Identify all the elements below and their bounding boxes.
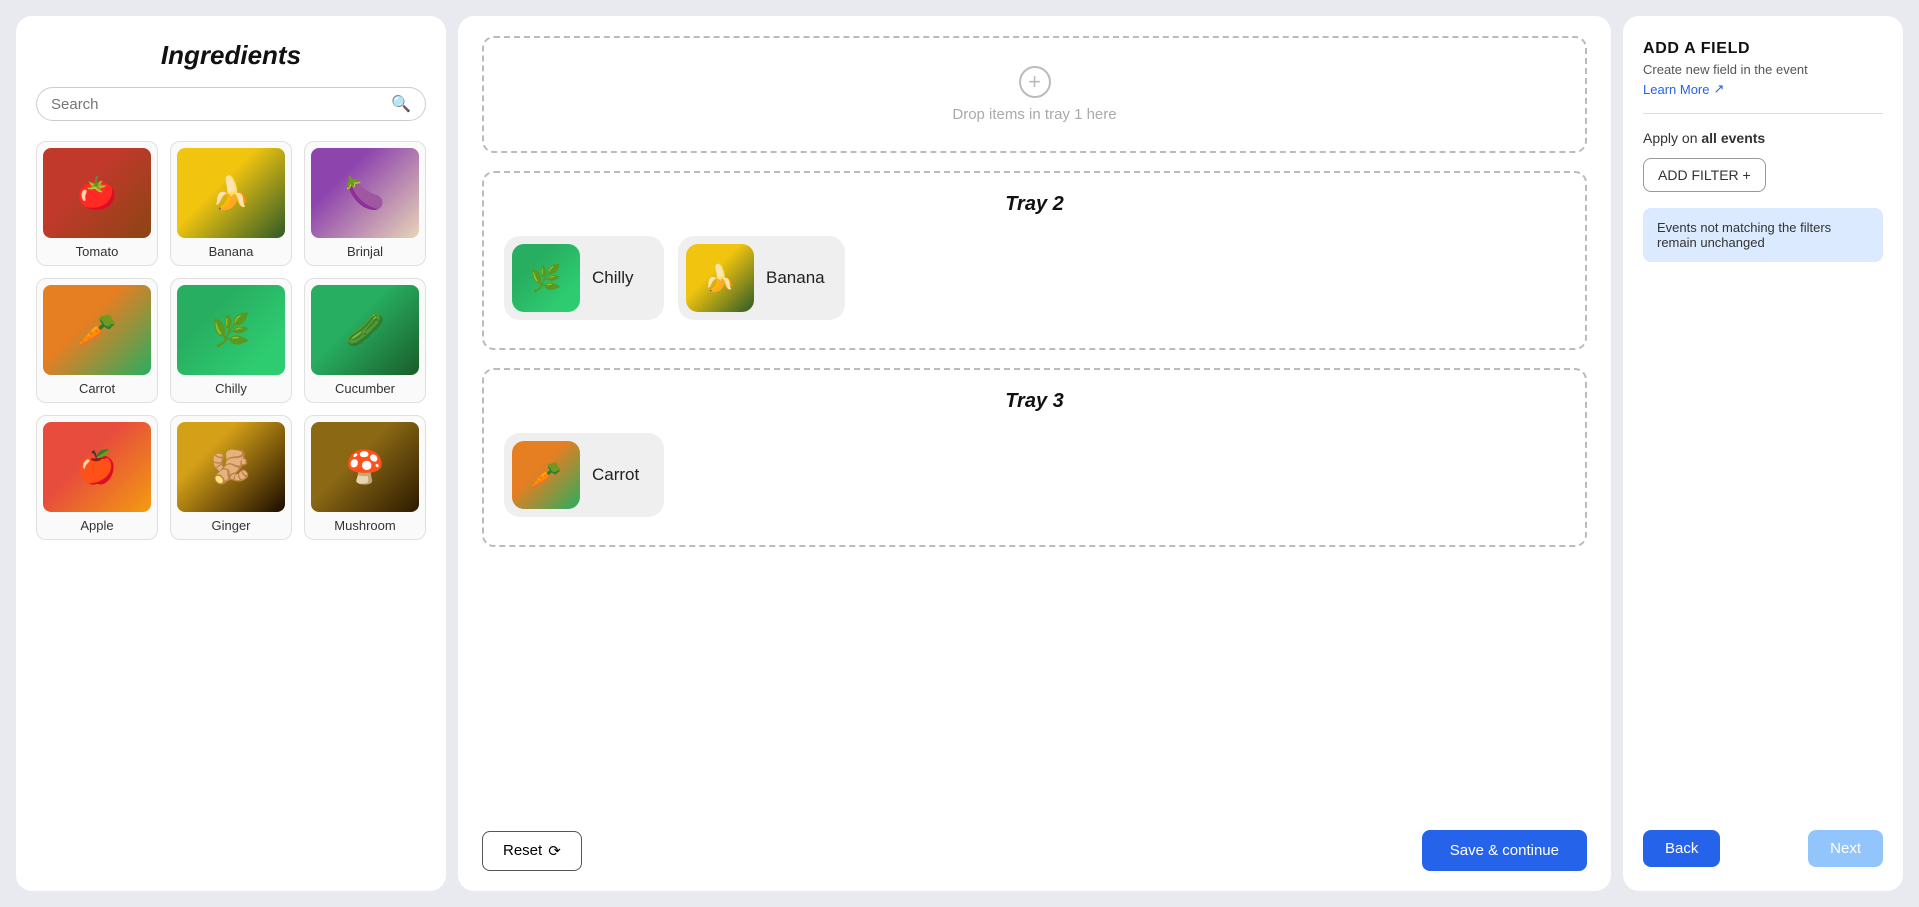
tray-item-name-chilly: Chilly bbox=[592, 268, 634, 288]
ingredient-item-brinjal[interactable]: 🍆 Brinjal bbox=[304, 141, 426, 266]
apply-prefix: Apply on bbox=[1643, 130, 1701, 146]
next-label: Next bbox=[1830, 840, 1861, 857]
reset-label: Reset bbox=[503, 842, 542, 859]
ingredient-img-carrot: 🥕 bbox=[43, 285, 151, 375]
ingredient-name-chilly: Chilly bbox=[215, 381, 247, 396]
info-box: Events not matching the filters remain u… bbox=[1643, 208, 1883, 262]
ingredient-item-apple[interactable]: 🍎 Apple bbox=[36, 415, 158, 540]
external-link-icon: ↗ bbox=[1713, 81, 1724, 97]
tray-item-name-banana: Banana bbox=[766, 268, 825, 288]
divider bbox=[1643, 113, 1883, 114]
ingredient-item-chilly[interactable]: 🌿 Chilly bbox=[170, 278, 292, 403]
add-field-title: ADD A FIELD bbox=[1643, 40, 1883, 58]
apply-label: Apply on all events bbox=[1643, 130, 1883, 146]
panel-title: Ingredients bbox=[36, 40, 426, 71]
tray-item-name-carrot: Carrot bbox=[592, 465, 639, 485]
tray-item-img-chilly: 🌿 bbox=[512, 244, 580, 312]
learn-more-link[interactable]: Learn More ↗ bbox=[1643, 81, 1883, 97]
tray-item-chilly[interactable]: 🌿 Chilly bbox=[504, 236, 664, 320]
reset-button[interactable]: Reset ⟳ bbox=[482, 831, 582, 871]
right-panel: ADD A FIELD Create new field in the even… bbox=[1623, 16, 1903, 891]
ingredient-name-mushroom: Mushroom bbox=[334, 518, 395, 533]
add-filter-label: ADD FILTER + bbox=[1658, 167, 1751, 183]
mid-footer: Reset ⟳ Save & continue bbox=[482, 810, 1587, 871]
ingredient-img-banana: 🍌 bbox=[177, 148, 285, 238]
tray-item-banana[interactable]: 🍌 Banana bbox=[678, 236, 845, 320]
ingredient-name-apple: Apple bbox=[80, 518, 113, 533]
reset-icon: ⟳ bbox=[548, 842, 561, 860]
add-field-subtitle: Create new field in the event bbox=[1643, 62, 1883, 77]
save-continue-button[interactable]: Save & continue bbox=[1422, 830, 1587, 871]
ingredient-img-ginger: 🫚 bbox=[177, 422, 285, 512]
tray1-drop-text: Drop items in tray 1 here bbox=[952, 106, 1116, 123]
add-filter-button[interactable]: ADD FILTER + bbox=[1643, 158, 1766, 192]
search-input[interactable] bbox=[51, 96, 391, 113]
ingredient-item-banana[interactable]: 🍌 Banana bbox=[170, 141, 292, 266]
ingredient-img-apple: 🍎 bbox=[43, 422, 151, 512]
ingredient-item-ginger[interactable]: 🫚 Ginger bbox=[170, 415, 292, 540]
tray-item-img-banana: 🍌 bbox=[686, 244, 754, 312]
tray-item-img-carrot: 🥕 bbox=[512, 441, 580, 509]
ingredient-name-ginger: Ginger bbox=[211, 518, 250, 533]
learn-more-label: Learn More bbox=[1643, 82, 1709, 97]
info-text: Events not matching the filters remain u… bbox=[1657, 220, 1831, 250]
ingredient-img-tomato: 🍅 bbox=[43, 148, 151, 238]
ingredient-item-mushroom[interactable]: 🍄 Mushroom bbox=[304, 415, 426, 540]
mid-panel: + Drop items in tray 1 here Tray 2 🌿 Chi… bbox=[458, 16, 1611, 891]
ingredient-img-mushroom: 🍄 bbox=[311, 422, 419, 512]
save-label: Save & continue bbox=[1450, 842, 1559, 859]
ingredient-img-cucumber: 🥒 bbox=[311, 285, 419, 375]
tray1-drop-zone[interactable]: + Drop items in tray 1 here bbox=[482, 36, 1587, 153]
search-box: 🔍 bbox=[36, 87, 426, 121]
add-circle-icon: + bbox=[1019, 66, 1051, 98]
ingredient-item-cucumber[interactable]: 🥒 Cucumber bbox=[304, 278, 426, 403]
back-button[interactable]: Back bbox=[1643, 830, 1720, 867]
ingredient-name-brinjal: Brinjal bbox=[347, 244, 383, 259]
right-footer: Back Next bbox=[1643, 830, 1883, 867]
ingredient-grid: 🍅 Tomato 🍌 Banana 🍆 Brinjal 🥕 Carrot 🌿 C… bbox=[36, 141, 426, 540]
back-label: Back bbox=[1665, 840, 1698, 857]
apply-bold: all events bbox=[1701, 130, 1765, 146]
tray3-title: Tray 3 bbox=[504, 390, 1565, 413]
ingredient-item-tomato[interactable]: 🍅 Tomato bbox=[36, 141, 158, 266]
next-button[interactable]: Next bbox=[1808, 830, 1883, 867]
ingredient-name-carrot: Carrot bbox=[79, 381, 115, 396]
search-icon: 🔍 bbox=[391, 94, 411, 114]
left-panel: Ingredients 🔍 🍅 Tomato 🍌 Banana 🍆 Brinja… bbox=[16, 16, 446, 891]
tray3-items: 🥕 Carrot bbox=[504, 433, 1565, 517]
tray2-title: Tray 2 bbox=[504, 193, 1565, 216]
tray2-section: Tray 2 🌿 Chilly 🍌 Banana bbox=[482, 171, 1587, 350]
ingredient-name-tomato: Tomato bbox=[76, 244, 119, 259]
ingredient-name-cucumber: Cucumber bbox=[335, 381, 395, 396]
ingredient-item-carrot[interactable]: 🥕 Carrot bbox=[36, 278, 158, 403]
ingredient-img-brinjal: 🍆 bbox=[311, 148, 419, 238]
tray-item-carrot[interactable]: 🥕 Carrot bbox=[504, 433, 664, 517]
ingredient-img-chilly: 🌿 bbox=[177, 285, 285, 375]
tray2-items: 🌿 Chilly 🍌 Banana bbox=[504, 236, 1565, 320]
ingredient-name-banana: Banana bbox=[209, 244, 254, 259]
tray3-section: Tray 3 🥕 Carrot bbox=[482, 368, 1587, 547]
